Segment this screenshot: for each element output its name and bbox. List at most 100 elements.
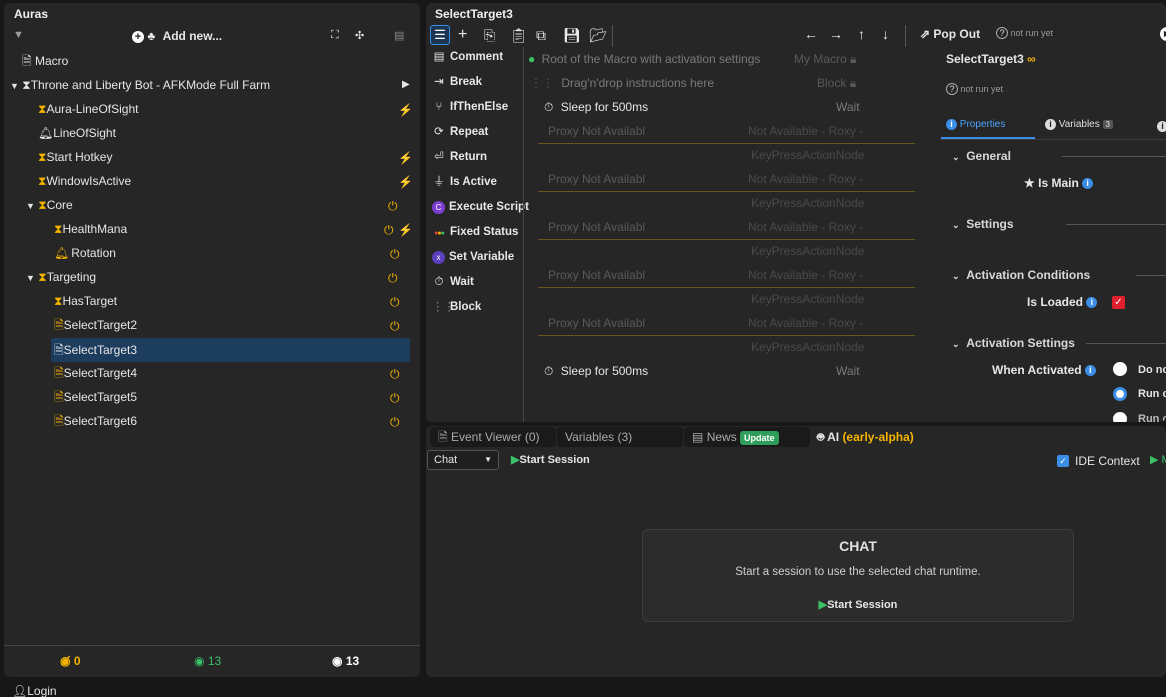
paste-icon[interactable]: 📋︎	[510, 27, 528, 44]
tree-item-rotation[interactable]: 🔔︎ Rotation	[54, 241, 116, 265]
total-count[interactable]: ◉ 13	[332, 654, 359, 668]
hidden-count[interactable]: ◉̸ 0	[60, 654, 81, 668]
tree-item-macro[interactable]: 🗎 Macro	[22, 49, 68, 73]
root-node[interactable]: ● Root of the Macro with activation sett…	[528, 52, 760, 66]
sleep-node-2[interactable]: ⏱ Sleep for 500ms	[544, 364, 648, 379]
add-new-button[interactable]: + ♣ Add new...	[132, 29, 222, 43]
chat-card-start-button[interactable]: ▶Start Session	[643, 598, 1073, 611]
tree-item-windowisactive[interactable]: ⧗WindowIsActive	[38, 169, 131, 193]
power-icon[interactable]: ⏻	[390, 415, 400, 430]
section-activation-conditions[interactable]: ⌄ Activation Conditions	[952, 268, 1090, 282]
list-view-button[interactable]: ☰	[430, 25, 450, 45]
proxy-node-3[interactable]: Proxy Not Availabl	[548, 220, 645, 234]
arrow-left-icon[interactable]: ←	[804, 26, 818, 42]
drop-zone[interactable]: ⋮⋮ Drag'n'drop instructions here	[530, 76, 714, 90]
tree-item-core[interactable]: ▼ ⧗Core	[26, 193, 73, 217]
is-main-field[interactable]: ★ Is Main i	[1024, 176, 1094, 190]
arrow-up-icon[interactable]: ↑	[858, 26, 865, 42]
power-icon[interactable]: ⏻	[388, 271, 398, 286]
tree-item-targeting[interactable]: ▼ ⧗Targeting	[26, 265, 96, 289]
power-icon[interactable]: ⏻	[384, 223, 394, 238]
visible-count[interactable]: ◉ 13	[194, 654, 221, 668]
tab-variables[interactable]: Variables (3)	[557, 427, 683, 447]
power-icon[interactable]: ⏻	[390, 319, 400, 334]
document-icon: 🗎	[438, 430, 448, 444]
cmd-break[interactable]: ⇥ Break	[432, 71, 482, 93]
cmd-fixed-status[interactable]: ●●● Fixed Status	[432, 221, 518, 243]
tab-event-viewer[interactable]: 🗎 Event Viewer (0)	[430, 427, 556, 447]
power-icon[interactable]: ⏻	[390, 367, 400, 382]
tree-item-selecttarget4[interactable]: 🗎SelectTarget4	[54, 361, 137, 385]
section-settings[interactable]: ⌄ Settings	[952, 217, 1014, 231]
radio-option-1[interactable]	[1113, 362, 1127, 376]
cmd-execute-script[interactable]: C Execute Script	[432, 196, 529, 218]
auras-title: Auras	[14, 7, 49, 21]
cmd-wait[interactable]: ⏱ Wait	[432, 271, 474, 293]
proxy-node-5[interactable]: Proxy Not Availabl	[548, 316, 645, 330]
tab-variables[interactable]: i Variables 3	[1045, 119, 1113, 130]
section-activation-settings[interactable]: ⌄ Activation Settings	[952, 336, 1075, 350]
radio-option-3[interactable]	[1113, 412, 1127, 422]
cmd-repeat[interactable]: ⟳ Repeat	[432, 121, 488, 143]
proxy-node-1[interactable]: Proxy Not Availabl	[548, 124, 645, 138]
login-link[interactable]: 👤︎Login	[12, 684, 57, 697]
star-icon: ★	[1024, 176, 1035, 190]
chat-card-title: CHAT	[839, 538, 877, 554]
cmd-ifthenelse[interactable]: ⑂ IfThenElse	[432, 96, 509, 118]
expand-icon[interactable]: ⛶	[331, 29, 339, 42]
add-icon[interactable]: +	[458, 26, 467, 44]
power-icon[interactable]: ⏻	[390, 295, 400, 310]
power-icon[interactable]: ⏻	[388, 199, 398, 214]
tree-item-lineofsight[interactable]: 🔔︎LineOfSight	[38, 121, 116, 145]
csharp-icon: C	[432, 201, 445, 214]
arrow-right-icon[interactable]: →	[829, 26, 843, 42]
play-button[interactable]: ▶	[1160, 27, 1166, 41]
palette-divider	[523, 47, 524, 422]
section-general[interactable]: ⌄ General	[952, 149, 1011, 163]
tree-item-selecttarget2[interactable]: 🗎SelectTarget2	[54, 313, 137, 337]
power-icon[interactable]: ⏻	[390, 391, 400, 406]
bell-icon: 🔔︎	[54, 246, 70, 260]
cmd-block[interactable]: ⋮⋮Block	[432, 296, 481, 318]
proxy-node-2[interactable]: Proxy Not Availabl	[548, 172, 645, 186]
tree-item-aura-lineofsight[interactable]: ⧗Aura-LineOfSight	[38, 97, 139, 121]
start-session-button[interactable]: ▶Start Session	[511, 453, 590, 466]
properties-status: ? not run yet	[946, 83, 1003, 95]
is-loaded-checkbox[interactable]: ✓	[1112, 296, 1125, 309]
repeat-icon: ⟳	[434, 126, 444, 138]
ide-context-checkbox[interactable]: ✓	[1057, 455, 1069, 467]
trash-icon[interactable]: ▤	[394, 29, 404, 42]
chat-runtime-select[interactable]: Chat ▼	[427, 450, 499, 470]
cmd-is-active[interactable]: ⏚ Is Active	[432, 171, 497, 193]
tree-item-throne-liberty[interactable]: ▼ ⧗Throne and Liberty Bot - AFKMode Full…	[10, 73, 270, 97]
pop-out-button[interactable]: ⇗ Pop Out	[920, 27, 980, 41]
duplicate-icon[interactable]: ⧉	[536, 27, 546, 44]
cmd-return[interactable]: ⏎ Return	[432, 146, 487, 168]
proxy-node-4[interactable]: Proxy Not Availabl	[548, 268, 645, 282]
copy-icon[interactable]: ⎘	[484, 27, 495, 44]
tree-item-selecttarget3[interactable]: 🗎SelectTarget3	[54, 338, 137, 362]
tab-more[interactable]: i	[1157, 119, 1166, 133]
is-loaded-label: Is Loaded i	[1027, 295, 1098, 309]
save-icon[interactable]: 💾︎	[563, 27, 581, 44]
filter-icon[interactable]: ▼	[13, 29, 24, 41]
chevron-right-icon[interactable]: ▶	[402, 79, 410, 90]
tab-properties[interactable]: i Properties	[946, 119, 1005, 130]
radio-option-2[interactable]	[1113, 387, 1127, 401]
tree-item-selecttarget5[interactable]: 🗎SelectTarget5	[54, 385, 137, 409]
tab-news[interactable]: ▤ News Update	[684, 427, 810, 447]
cmd-comment[interactable]: ▤ Comment	[432, 46, 503, 68]
play-icon[interactable]: ▶ M	[1150, 453, 1166, 466]
tree-item-selecttarget6[interactable]: 🗎SelectTarget6	[54, 409, 137, 433]
sleep-node-1[interactable]: ⏱ Sleep for 500ms	[544, 100, 648, 115]
tree-item-hastarget[interactable]: ⧗HasTarget	[54, 289, 117, 313]
folder-open-icon[interactable]: 📂︎	[589, 27, 607, 44]
arrow-down-icon[interactable]: ↓	[882, 26, 889, 42]
tree-item-healthmana[interactable]: ⧗HealthMana	[54, 217, 127, 241]
proxy-divider	[538, 143, 915, 144]
power-icon[interactable]: ⏻	[390, 247, 400, 262]
collapse-icon[interactable]: ✣	[355, 29, 364, 42]
cmd-set-variable[interactable]: x Set Variable	[432, 246, 514, 268]
tree-item-start-hotkey[interactable]: ⧗Start Hotkey	[38, 145, 112, 169]
tab-ai[interactable]: 🤖︎ AI (early-alpha)	[817, 429, 914, 446]
